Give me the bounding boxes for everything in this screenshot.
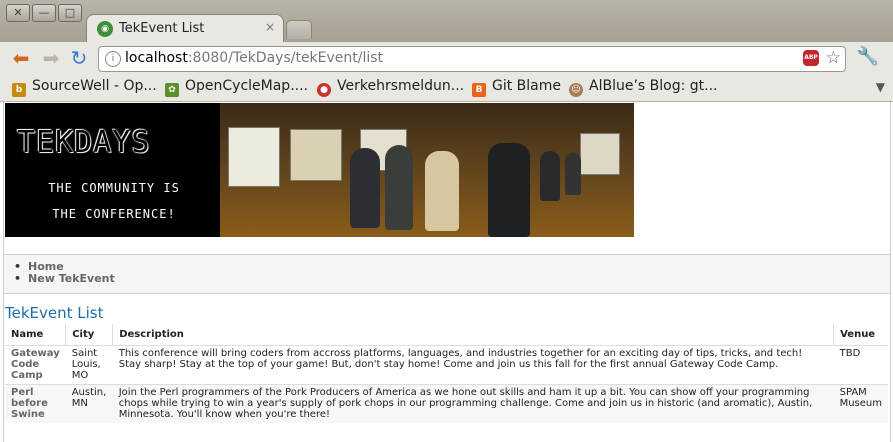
tab-title: TekEvent List xyxy=(119,21,205,36)
tekevent-table: Name City Description Venue Gateway Code… xyxy=(5,324,888,423)
event-venue: TBD xyxy=(833,345,888,385)
banner-conference-photo xyxy=(220,103,634,237)
close-tab-icon[interactable]: × xyxy=(265,20,275,34)
bookmark-verkehrsmeldungen[interactable]: ● Verkehrsmeldun... xyxy=(317,78,464,97)
grails-favicon-icon: ◉ xyxy=(97,21,113,37)
bookmark-label: Verkehrsmeldun... xyxy=(337,78,465,94)
table-row: Gateway Code Camp Saint Louis, MO This c… xyxy=(5,345,888,385)
photo-person xyxy=(540,151,560,201)
bookmark-opencyclemap[interactable]: ✿ OpenCycleMap.... xyxy=(165,78,308,97)
event-city: Saint Louis, MO xyxy=(65,345,113,385)
event-name-link[interactable]: Perl before Swine xyxy=(5,384,66,423)
photo-person xyxy=(425,151,459,231)
column-header-venue[interactable]: Venue xyxy=(833,324,888,346)
avatar-icon: ☺ xyxy=(569,83,583,97)
nav-menu: Home New TekEvent xyxy=(4,254,890,294)
event-city: Austin, MN xyxy=(65,384,113,423)
forward-arrow-icon[interactable]: ➡ xyxy=(40,47,62,69)
close-window-button[interactable]: ✕ xyxy=(6,4,30,22)
nav-list: Home New TekEvent xyxy=(14,261,115,285)
tagline-line-1: THE COMMUNITY IS xyxy=(48,181,180,195)
sourcewell-icon: b xyxy=(12,83,26,97)
bookmark-label: Git Blame xyxy=(492,78,562,94)
blogger-icon: B xyxy=(472,83,486,97)
event-description: Join the Perl programmers of the Pork Pr… xyxy=(112,384,834,423)
maximize-window-button[interactable]: □ xyxy=(58,4,82,22)
url-host: localhost xyxy=(125,50,188,66)
bookmark-label: SourceWell - Op... xyxy=(32,78,157,94)
photo-person xyxy=(350,148,380,228)
banner-tagline: THE COMMUNITY IS THE CONFERENCE! xyxy=(19,175,209,227)
bookmarks-overflow-icon[interactable]: ▼ xyxy=(876,80,885,94)
event-description: This conference will bring coders from a… xyxy=(112,345,834,385)
window-titlebar: ✕ — □ ◉ TekEvent List × xyxy=(0,0,893,43)
photo-person xyxy=(385,145,413,230)
column-header-name[interactable]: Name xyxy=(5,324,66,346)
address-bar[interactable]: i localhost:8080/TekDays/tekEvent/list A… xyxy=(98,46,846,72)
banner-logo-area: TEKDAYS THE COMMUNITY IS THE CONFERENCE! xyxy=(5,103,220,237)
photo-poster xyxy=(580,133,620,175)
bookmark-label: OpenCycleMap.... xyxy=(185,78,308,94)
back-arrow-icon[interactable]: ⬅ xyxy=(10,47,32,69)
table-row: Perl before Swine Austin, MN Join the Pe… xyxy=(5,384,888,423)
opencyclemap-icon: ✿ xyxy=(165,83,179,97)
bookmarks-bar: b SourceWell - Op... ✿ OpenCycleMap.... ● V… xyxy=(0,74,893,102)
bookmark-star-icon[interactable]: ☆ xyxy=(826,48,841,68)
minimize-window-button[interactable]: — xyxy=(32,4,56,22)
browser-tab-active[interactable]: ◉ TekEvent List × xyxy=(86,14,284,43)
tekdays-logo: TEKDAYS xyxy=(17,125,151,160)
bookmark-git-blame[interactable]: B Git Blame xyxy=(472,78,561,97)
verkehrsmeldungen-icon: ● xyxy=(317,83,331,97)
adblock-icon[interactable]: ABP xyxy=(803,50,819,66)
page-content: TEKDAYS THE COMMUNITY IS THE CONFERENCE!… xyxy=(3,102,891,442)
url-path: :8080/TekDays/tekEvent/list xyxy=(187,50,384,66)
photo-person xyxy=(565,153,581,195)
photo-poster xyxy=(228,127,280,187)
bookmark-label: AlBlue’s Blog: gt... xyxy=(589,78,718,94)
url-text: localhost:8080/TekDays/tekEvent/list xyxy=(125,50,383,66)
page-info-icon[interactable]: i xyxy=(105,51,121,67)
column-header-description[interactable]: Description xyxy=(112,324,834,346)
new-tab-button[interactable] xyxy=(286,20,312,39)
bookmark-alblue-blog[interactable]: ☺ AlBlue’s Blog: gt... xyxy=(569,78,717,97)
header-banner: TEKDAYS THE COMMUNITY IS THE CONFERENCE! xyxy=(5,103,634,237)
bookmark-sourcewell[interactable]: b SourceWell - Op... xyxy=(12,78,157,97)
browser-toolbar: ⬅ ➡ ↻ i localhost:8080/TekDays/tekEvent/… xyxy=(0,42,893,74)
reload-icon[interactable]: ↻ xyxy=(68,47,90,69)
table-header-row: Name City Description Venue xyxy=(5,324,888,346)
wrench-menu-icon[interactable]: 🔧 xyxy=(857,46,879,67)
column-header-city[interactable]: City xyxy=(65,324,113,346)
tagline-line-2: THE CONFERENCE! xyxy=(52,207,176,221)
event-venue: SPAM Museum xyxy=(833,384,888,423)
nav-new-tekevent-link[interactable]: New TekEvent xyxy=(14,273,115,285)
photo-poster xyxy=(290,129,342,181)
event-name-link[interactable]: Gateway Code Camp xyxy=(5,345,66,385)
photo-person xyxy=(488,143,530,237)
page-title: TekEvent List xyxy=(5,304,104,322)
